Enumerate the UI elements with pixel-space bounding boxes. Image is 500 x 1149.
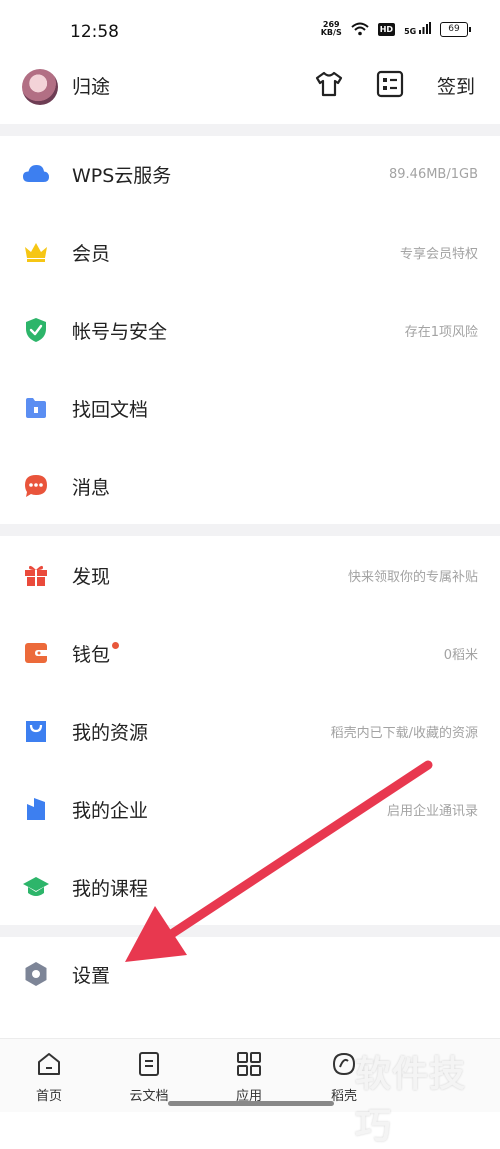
battery-level: 69 — [448, 24, 460, 34]
home-indicator[interactable] — [168, 1101, 334, 1106]
menu-subtext: 快来领取你的专属补贴 — [347, 569, 478, 585]
status-bar: 12:58 269 KB/S HD 5G 69 — [0, 0, 500, 64]
menu-subtext: 0稻米 — [443, 647, 478, 663]
menu-subtext: 89.46MB/1GB — [389, 166, 478, 182]
nav-label: 首页 — [35, 1089, 62, 1104]
notification-dot — [112, 641, 120, 649]
net-speed-unit: KB/S — [320, 28, 342, 37]
menu-subtext: 稻壳内已下载/收藏的资源 — [330, 725, 478, 741]
menu-subtext: 启用企业通讯录 — [386, 803, 478, 819]
menu-item-cloud-service[interactable]: WPS云服务 89.46MB/1GB — [0, 135, 500, 213]
watermark: 软件技巧 — [355, 1054, 467, 1147]
home-icon — [38, 1053, 60, 1075]
menu-label: WPS云服务 — [72, 164, 172, 187]
username[interactable]: 归途 — [72, 72, 110, 99]
section-divider — [0, 524, 500, 536]
apps-grid-icon — [237, 1052, 261, 1076]
message-icon — [22, 472, 50, 500]
menu-item-recover-documents[interactable]: 找回文档 — [0, 369, 500, 447]
profile-header: 归途 签到 — [0, 64, 500, 122]
net-speed: 269 KB/S — [321, 21, 342, 37]
wallet-label: 钱包 — [72, 643, 111, 666]
daoke-icon — [332, 1052, 356, 1076]
menu-label: 消息 — [72, 476, 111, 499]
signal-label: 5G — [404, 27, 417, 36]
menu-item-membership[interactable]: 会员 专享会员特权 — [0, 213, 500, 291]
menu-label: 我的企业 — [72, 799, 149, 822]
crown-icon — [22, 238, 50, 266]
hd-badge: HD — [377, 22, 396, 36]
settings-icon — [22, 960, 50, 988]
menu-item-my-enterprise[interactable]: 我的企业 启用企业通讯录 — [0, 770, 500, 848]
checkin-button[interactable]: 签到 — [437, 72, 475, 99]
menu-label: 发现 — [72, 565, 111, 588]
menu-item-wallet[interactable]: 钱包 0稻米 — [0, 614, 500, 692]
menu-item-discover[interactable]: 发现 快来领取你的专属补贴 — [0, 536, 500, 614]
gift-icon — [22, 561, 50, 589]
graduation-cap-icon — [22, 873, 50, 901]
shield-icon — [22, 316, 50, 344]
folder-icon — [22, 394, 50, 422]
signal-bars-icon — [419, 22, 431, 34]
nav-home[interactable]: 首页 — [19, 1051, 79, 1104]
cloud-icon — [22, 160, 50, 188]
menu-label: 钱包 — [72, 640, 120, 667]
menu-item-account-security[interactable]: 帐号与安全 存在1项风险 — [0, 291, 500, 369]
document-icon — [139, 1052, 159, 1076]
menu-label: 找回文档 — [72, 398, 149, 421]
menu-item-messages[interactable]: 消息 — [0, 447, 500, 525]
battery-indicator: 69 — [440, 21, 471, 37]
status-time: 12:58 — [70, 22, 119, 42]
nav-apps[interactable]: 应用 — [219, 1051, 279, 1104]
signal-indicator: 5G — [404, 22, 431, 36]
menu-label: 我的资源 — [72, 721, 149, 744]
bag-icon — [22, 717, 50, 745]
menu-subtext: 专享会员特权 — [399, 246, 478, 262]
checklist-icon[interactable] — [376, 70, 404, 98]
wifi-icon — [351, 22, 369, 36]
status-icons: 269 KB/S HD 5G 69 — [321, 21, 471, 37]
menu-item-my-courses[interactable]: 我的课程 — [0, 848, 500, 926]
tshirt-icon[interactable] — [314, 70, 344, 98]
menu-label: 帐号与安全 — [72, 320, 168, 343]
building-icon — [22, 795, 50, 823]
menu-item-settings[interactable]: 设置 — [0, 935, 500, 1013]
nav-cloud-docs[interactable]: 云文档 — [119, 1051, 179, 1104]
menu-label: 我的课程 — [72, 877, 149, 900]
avatar[interactable] — [22, 69, 58, 105]
menu-label: 设置 — [72, 964, 111, 987]
wallet-icon — [22, 639, 50, 667]
menu-item-my-resources[interactable]: 我的资源 稻壳内已下载/收藏的资源 — [0, 692, 500, 770]
menu-subtext: 存在1项风险 — [404, 324, 478, 340]
menu-label: 会员 — [72, 242, 111, 265]
